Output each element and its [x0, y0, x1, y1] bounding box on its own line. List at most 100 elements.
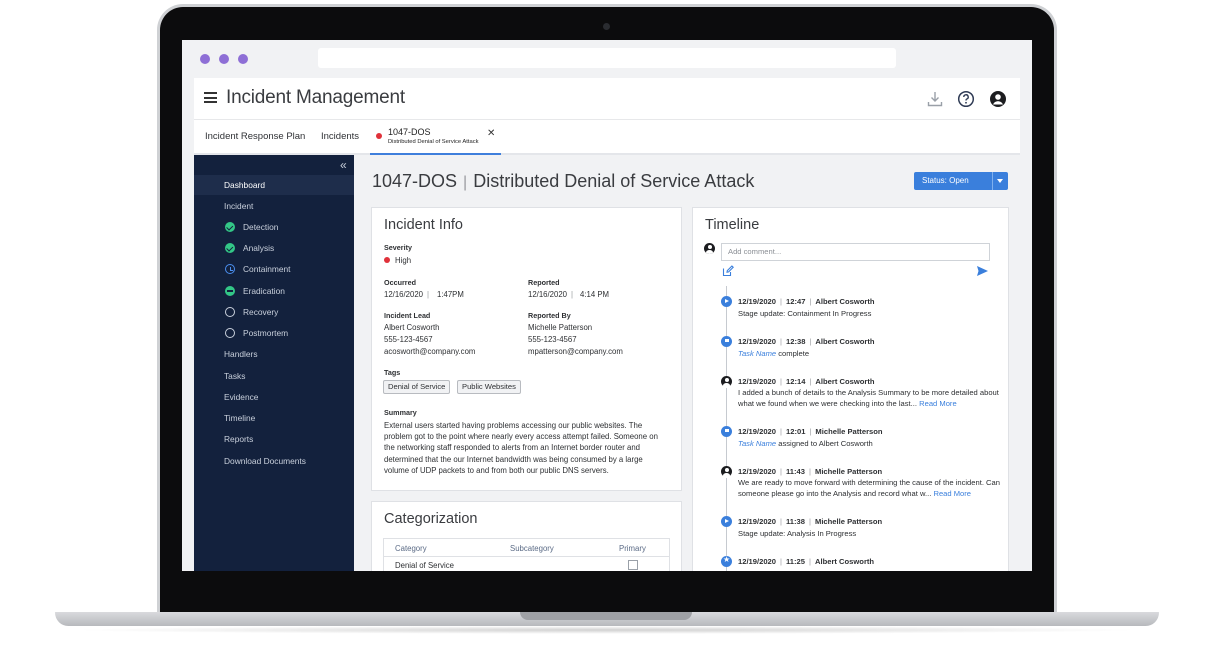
comment-input[interactable]: Add comment...: [721, 243, 990, 261]
timeline-entry-meta: 12/19/2020 | 12:01 | Michelle Patterson: [738, 427, 883, 436]
entry-text: I added a bunch of details to the Analys…: [738, 388, 999, 408]
sidebar-item-eradication[interactable]: Eradication: [194, 281, 354, 301]
sidebar-item-detection[interactable]: Detection: [194, 217, 354, 237]
column-header[interactable]: Primary: [619, 544, 646, 553]
screen: Incident Management Incident Response Pl…: [182, 40, 1032, 571]
account-icon[interactable]: [989, 90, 1007, 108]
user-icon: [721, 376, 732, 388]
timeline-entry-meta: 12/19/2020 | 12:38 | Albert Cosworth: [738, 337, 875, 346]
tab-incident-id: 1047-DOS: [388, 127, 431, 137]
sidebar-item-reports[interactable]: Reports: [194, 429, 354, 449]
card-title: Incident Info: [384, 217, 463, 233]
collapse-sidebar-icon[interactable]: «: [340, 158, 347, 172]
incident-info-card: Incident Info Severity High Occurred 12/…: [371, 207, 682, 491]
reported-label: Reported: [528, 278, 560, 287]
window-dot-3[interactable]: [238, 54, 248, 64]
sidebar-item-evidence[interactable]: Evidence: [194, 387, 354, 407]
user-avatar-icon: [704, 243, 715, 254]
sidebar-item-incident[interactable]: Incident: [194, 196, 354, 216]
download-icon[interactable]: [926, 90, 944, 108]
help-icon[interactable]: [957, 90, 975, 108]
primary-checkbox[interactable]: [628, 560, 638, 570]
entry-text: complete: [776, 349, 810, 358]
entry-date: 12/19/2020: [738, 557, 777, 566]
sidebar-item-dashboard[interactable]: Dashboard: [194, 175, 354, 195]
tab-incident-1047[interactable]: 1047-DOS Distributed Denial of Service A…: [370, 120, 501, 155]
task-link[interactable]: Task Name: [738, 439, 776, 448]
play-icon: [721, 516, 732, 527]
tab-incidents[interactable]: Incidents: [321, 131, 359, 142]
timeline-entry-meta: 12/19/2020 | 12:14 | Albert Cosworth: [738, 377, 875, 386]
sidebar-item-containment[interactable]: Containment: [194, 259, 354, 279]
sidebar-item-timeline[interactable]: Timeline: [194, 408, 354, 428]
window-dot-1[interactable]: [200, 54, 210, 64]
occurred-date: 12/16/2020: [384, 290, 424, 299]
entry-time: 11:38: [786, 517, 806, 526]
tag-chip[interactable]: Public Websites: [457, 380, 521, 394]
entry-author: Michelle Patterson: [815, 427, 883, 436]
flag-icon: [721, 426, 732, 437]
categorization-table: Category Subcategory Primary Denial of S…: [383, 538, 670, 571]
task-link[interactable]: Task Name: [738, 349, 776, 358]
tag-chip[interactable]: Denial of Service: [383, 380, 451, 394]
sidebar-item-postmortem[interactable]: Postmortem: [194, 323, 354, 343]
entry-time: 12:38: [786, 337, 806, 346]
lead-email: acosworth@company.com: [384, 347, 476, 356]
occurred-time: 1:47PM: [437, 290, 464, 299]
reported-by-name: Michelle Patterson: [528, 323, 593, 332]
clock-icon: [225, 264, 235, 274]
app-title: Incident Management: [226, 87, 405, 108]
entry-time: 12:01: [786, 427, 806, 436]
send-icon[interactable]: [977, 266, 988, 276]
severity-value: High: [395, 256, 412, 265]
card-title: Timeline: [705, 217, 760, 233]
read-more-link[interactable]: Read More: [933, 489, 971, 498]
lead-name: Albert Cosworth: [384, 323, 440, 332]
tab-incident-response-plan[interactable]: Incident Response Plan: [205, 131, 305, 142]
column-header[interactable]: Category: [395, 544, 427, 553]
entry-author: Michelle Patterson: [815, 467, 883, 476]
user-icon: [721, 466, 732, 478]
sidebar-item-recovery[interactable]: Recovery: [194, 302, 354, 322]
window-dot-2[interactable]: [219, 54, 229, 64]
play-icon: [721, 296, 732, 307]
date-separator: |: [571, 290, 574, 299]
close-icon[interactable]: ✕: [487, 128, 495, 139]
entry-time: 11:43: [786, 467, 806, 476]
timeline-entry-text: Stage update: Containment In Progress: [738, 309, 872, 318]
empty-circle-icon: [225, 307, 235, 317]
edit-icon[interactable]: [722, 265, 734, 277]
tab-bar: Incident Response Plan Incidents 1047-DO…: [194, 120, 1020, 155]
entry-date: 12/19/2020: [738, 337, 777, 346]
browser-bar: [182, 40, 1032, 78]
camera: [603, 23, 610, 30]
entry-time: 12:47: [786, 297, 806, 306]
occurred-label: Occurred: [384, 278, 416, 287]
empty-circle-icon: [225, 328, 235, 338]
incident-name: Distributed Denial of Service Attack: [473, 171, 755, 191]
status-label: Status: Open: [922, 176, 969, 185]
menu-icon[interactable]: [204, 92, 217, 103]
reported-by-phone: 555-123-4567: [528, 335, 577, 344]
entry-date: 12/19/2020: [738, 427, 777, 436]
sidebar: « Dashboard Incident Detection Analysis …: [194, 155, 354, 571]
sidebar-item-label: Recovery: [243, 307, 279, 317]
sidebar-item-tasks[interactable]: Tasks: [194, 366, 354, 386]
entry-time: 11:25: [786, 557, 806, 566]
app: Incident Management Incident Response Pl…: [194, 78, 1020, 571]
title-separator: |: [463, 174, 468, 191]
main-content: 1047-DOS | Distributed Denial of Service A…: [354, 155, 1020, 571]
sidebar-item-download-documents[interactable]: Download Documents: [194, 451, 354, 471]
read-more-link[interactable]: Read More: [919, 399, 957, 408]
summary-text: External users started having problems a…: [384, 421, 658, 475]
timeline-entry-meta: 12/19/2020 | 11:43 | Michelle Patterson: [738, 467, 883, 476]
sidebar-item-label: Eradication: [243, 286, 285, 296]
column-header[interactable]: Subcategory: [510, 544, 554, 553]
chevron-down-icon[interactable]: [997, 179, 1003, 183]
sidebar-item-handlers[interactable]: Handlers: [194, 344, 354, 364]
entry-author: Michelle Patterson: [815, 517, 883, 526]
sidebar-item-analysis[interactable]: Analysis: [194, 238, 354, 258]
status-dropdown-button[interactable]: Status: Open: [914, 172, 1008, 190]
address-bar[interactable]: [318, 48, 896, 68]
minus-circle-icon: [225, 286, 235, 296]
